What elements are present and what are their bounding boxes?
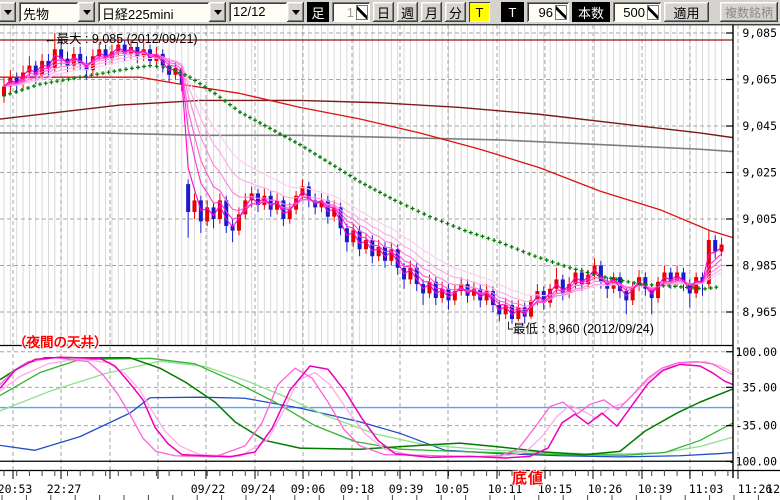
osc-axis-label: 100.00 bbox=[735, 345, 777, 359]
symbol-value[interactable]: 日経225mini bbox=[98, 2, 209, 22]
green-dotted-ma bbox=[2, 64, 718, 291]
time-axis-label: 09:39 bbox=[389, 482, 424, 496]
toolbar: 先物 日経225mini 12/12 足 1 日 週 月 分 T T 96 本数… bbox=[0, 0, 780, 25]
contract-month-value[interactable]: 12/12 bbox=[229, 2, 287, 22]
candle-body-down bbox=[383, 247, 387, 261]
tick-size-label: T bbox=[501, 2, 524, 22]
max-price-annotation: ←最大 : 9,085 (2012/09/21) bbox=[44, 28, 198, 47]
bar-count-spinner[interactable]: 500 bbox=[613, 2, 661, 22]
price-axis-label: 8,965 bbox=[742, 305, 777, 319]
bar-count-label: 本数 bbox=[572, 2, 610, 22]
symbol-select[interactable]: 日経225mini bbox=[98, 2, 226, 22]
period-button-tick[interactable]: T bbox=[469, 2, 490, 22]
candle-body-down bbox=[447, 289, 451, 301]
tick-size-spinner[interactable]: 96 bbox=[527, 2, 569, 22]
time-axis-label: 10:39 bbox=[638, 482, 673, 496]
time-axis-label: 12:1 bbox=[766, 482, 780, 496]
contract-month-select[interactable]: 12/12 bbox=[229, 2, 304, 22]
chevron-down-icon[interactable] bbox=[209, 2, 226, 22]
spinner-icon[interactable] bbox=[356, 5, 368, 20]
time-axis-label: 20:53 bbox=[0, 482, 32, 496]
bar-interval-value[interactable]: 1 bbox=[334, 5, 356, 20]
night-ceiling-annotation: （夜間の天井） bbox=[13, 331, 108, 351]
bar-count-value[interactable]: 500 bbox=[615, 5, 647, 20]
candle-body-up bbox=[694, 277, 698, 293]
price-axis-label: 9,085 bbox=[742, 26, 777, 40]
candle-body-down bbox=[358, 231, 362, 250]
time-axis-label: 22:27 bbox=[47, 482, 82, 496]
bottom-price-annotation: 底値 bbox=[512, 467, 544, 488]
osc-axis-label: -100.00 bbox=[729, 454, 778, 468]
chevron-down-icon[interactable] bbox=[0, 2, 16, 22]
period-button-week[interactable]: 週 bbox=[397, 2, 418, 22]
period-button-minute[interactable]: 分 bbox=[445, 2, 466, 22]
period-button-day[interactable]: 日 bbox=[373, 2, 394, 22]
chart-canvas: 9,085 9,065 9,045 9,025 9,005 8,985 8,965 100.0… bbox=[0, 0, 780, 500]
red-ma-line bbox=[0, 77, 733, 237]
candle-body-down bbox=[269, 196, 273, 210]
candle-body-down bbox=[713, 240, 717, 252]
spinner-icon[interactable] bbox=[647, 5, 659, 20]
time-axis-label: 09:18 bbox=[340, 482, 375, 496]
time-axis-label: 11:03 bbox=[689, 482, 724, 496]
period-button-month[interactable]: 月 bbox=[421, 2, 442, 22]
chevron-down-icon[interactable] bbox=[287, 2, 304, 22]
multi-symbol-button: 複数銘柄 bbox=[720, 2, 778, 22]
price-axis-label: 8,985 bbox=[742, 259, 777, 273]
time-axis-label: 10:26 bbox=[588, 482, 623, 496]
candle-body-up bbox=[193, 200, 197, 212]
osc-axis-label: 35.00 bbox=[742, 380, 777, 394]
tick-size-value[interactable]: 96 bbox=[529, 5, 555, 20]
category-value[interactable]: 先物 bbox=[19, 2, 78, 22]
chevron-down-icon[interactable] bbox=[78, 2, 95, 22]
spinner-icon[interactable] bbox=[555, 5, 567, 20]
osc-axis-label: -35.00 bbox=[735, 419, 777, 433]
hidden-combo[interactable] bbox=[0, 2, 16, 22]
time-axis-label: 09/24 bbox=[241, 482, 276, 496]
price-axis-label: 9,045 bbox=[742, 119, 777, 133]
apply-button[interactable]: 適用 bbox=[664, 2, 709, 22]
time-axis-label: 09/22 bbox=[191, 482, 226, 496]
time-axis-label: 09:06 bbox=[291, 482, 326, 496]
min-price-annotation: └最低 : 8,960 (2012/09/24) bbox=[504, 318, 654, 337]
category-select[interactable]: 先物 bbox=[19, 2, 95, 22]
gray-ma-line bbox=[0, 133, 733, 152]
price-axis-label: 9,065 bbox=[742, 73, 777, 87]
bar-interval-spinner[interactable]: 1 bbox=[332, 2, 370, 22]
candle-body-down bbox=[186, 184, 190, 212]
price-axis-label: 9,005 bbox=[742, 212, 777, 226]
bar-type-label: 足 bbox=[307, 2, 329, 22]
time-axis-label: 10:05 bbox=[435, 482, 470, 496]
chart-application: 9,085 9,065 9,045 9,025 9,005 8,985 8,965 100.0… bbox=[0, 0, 780, 500]
price-axis-label: 9,025 bbox=[742, 166, 777, 180]
